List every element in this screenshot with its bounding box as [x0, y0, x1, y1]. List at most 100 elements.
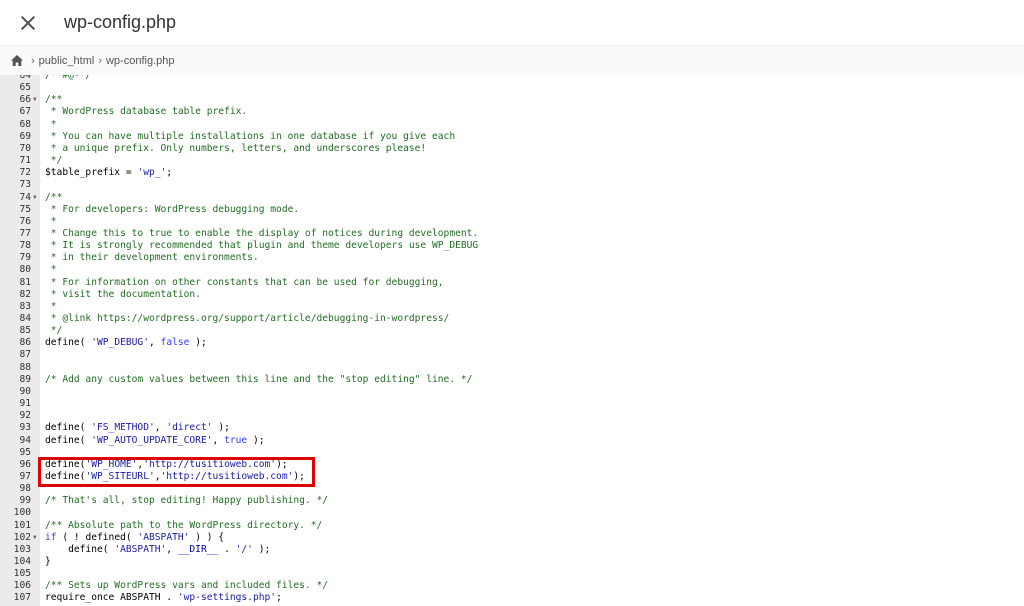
line-number: 103 [0, 544, 31, 556]
code-line[interactable]: 99/* That's all, stop editing! Happy pub… [0, 495, 1024, 507]
code-line[interactable]: 82 * visit the documentation. [0, 289, 1024, 301]
code-line[interactable]: 100 [0, 507, 1024, 519]
code-text: * You can have multiple installations in… [45, 131, 455, 143]
code-line[interactable]: 92 [0, 410, 1024, 422]
line-number: 74 [0, 192, 31, 204]
code-text: * a unique prefix. Only numbers, letters… [45, 143, 426, 155]
line-number: 98 [0, 483, 31, 495]
line-number: 95 [0, 447, 31, 459]
code-line[interactable]: 93define( 'FS_METHOD', 'direct' ); [0, 422, 1024, 434]
line-number: 67 [0, 106, 31, 118]
code-text: * For information on other constants tha… [45, 277, 444, 289]
line-number: 76 [0, 216, 31, 228]
code-line[interactable]: 89/* Add any custom values between this … [0, 374, 1024, 386]
line-number: 81 [0, 277, 31, 289]
code-text: * @link https://wordpress.org/support/ar… [45, 313, 449, 325]
code-line[interactable]: 71 */ [0, 155, 1024, 167]
code-line[interactable]: 94define( 'WP_AUTO_UPDATE_CORE', true ); [0, 435, 1024, 447]
code-text: define( 'FS_METHOD', 'direct' ); [45, 422, 230, 434]
code-line[interactable]: 90 [0, 386, 1024, 398]
line-number: 69 [0, 131, 31, 143]
fold-arrow-icon[interactable]: ▼ [33, 94, 37, 106]
code-text: * [45, 301, 57, 313]
code-text: require_once ABSPATH . 'wp-settings.php'… [45, 592, 282, 604]
code-text: */ [45, 155, 62, 167]
fold-arrow-icon[interactable]: ▼ [33, 532, 37, 544]
code-line[interactable]: 106/** Sets up WordPress vars and includ… [0, 580, 1024, 592]
code-line[interactable]: 70 * a unique prefix. Only numbers, lett… [0, 143, 1024, 155]
code-line[interactable]: 81 * For information on other constants … [0, 277, 1024, 289]
close-icon[interactable] [18, 13, 38, 33]
code-line[interactable]: 87 [0, 349, 1024, 361]
line-number: 83 [0, 301, 31, 313]
code-text: define( 'ABSPATH', __DIR__ . '/' ); [45, 544, 270, 556]
code-text: * in their development environments. [45, 252, 259, 264]
code-line[interactable]: 77 * Change this to true to enable the d… [0, 228, 1024, 240]
line-number: 82 [0, 289, 31, 301]
home-icon[interactable] [11, 55, 23, 66]
line-number: 107 [0, 592, 31, 604]
line-number: 65 [0, 82, 31, 94]
code-text: * WordPress database table prefix. [45, 106, 247, 118]
code-text: /** Absolute path to the WordPress direc… [45, 520, 322, 532]
code-line[interactable]: 65 [0, 82, 1024, 94]
file-title: wp-config.php [64, 12, 176, 33]
line-number: 72 [0, 167, 31, 179]
code-line[interactable]: 107 require_once ABSPATH . 'wp-settings.p… [0, 592, 1024, 604]
code-line[interactable]: 85 */ [0, 325, 1024, 337]
line-number: 105 [0, 568, 31, 580]
line-number: 97 [0, 471, 31, 483]
line-number: 77 [0, 228, 31, 240]
code-line[interactable]: 83 * [0, 301, 1024, 313]
code-line[interactable]: 91 [0, 398, 1024, 410]
code-line[interactable]: 101/** Absolute path to the WordPress di… [0, 520, 1024, 532]
line-number: 92 [0, 410, 31, 422]
line-number: 88 [0, 362, 31, 374]
line-number: 104 [0, 556, 31, 568]
code-line[interactable]: 86define( 'WP_DEBUG', false ); [0, 337, 1024, 349]
code-text: if ( ! defined( 'ABSPATH' ) ) { [45, 532, 224, 544]
breadcrumb-public-html[interactable]: public_html [39, 55, 95, 67]
line-number: 79 [0, 252, 31, 264]
chevron-right-icon: › [98, 55, 102, 67]
line-number: 100 [0, 507, 31, 519]
code-line[interactable]: 76 * [0, 216, 1024, 228]
code-line[interactable]: 75 * For developers: WordPress debugging… [0, 204, 1024, 216]
code-line[interactable]: 88 [0, 362, 1024, 374]
code-text: * It is strongly recommended that plugin… [45, 240, 478, 252]
code-line[interactable]: 69 * You can have multiple installations… [0, 131, 1024, 143]
highlight-box [38, 457, 315, 487]
code-line[interactable]: 104} [0, 556, 1024, 568]
code-text: define( 'WP_AUTO_UPDATE_CORE', true ); [45, 435, 265, 447]
code-line[interactable]: 78 * It is strongly recommended that plu… [0, 240, 1024, 252]
code-line[interactable]: 80 * [0, 264, 1024, 276]
line-number: 85 [0, 325, 31, 337]
line-number: 73 [0, 179, 31, 191]
line-number: 71 [0, 155, 31, 167]
code-line[interactable]: 103 define( 'ABSPATH', __DIR__ . '/' ); [0, 544, 1024, 556]
code-line[interactable]: 79 * in their development environments. [0, 252, 1024, 264]
code-text: /** Sets up WordPress vars and included … [45, 580, 328, 592]
code-line[interactable]: 66▼/** [0, 94, 1024, 106]
code-text: } [45, 556, 51, 568]
header: wp-config.php [0, 0, 1024, 45]
breadcrumb-wp-config[interactable]: wp-config.php [106, 55, 175, 67]
code-editor[interactable]: 64/**#@-*/6566▼/**67 * WordPress databas… [0, 64, 1024, 606]
code-line[interactable]: 74▼ /** [0, 192, 1024, 204]
line-number: 68 [0, 119, 31, 131]
line-number: 89 [0, 374, 31, 386]
code-line[interactable]: 72$table_prefix = 'wp_'; [0, 167, 1024, 179]
code-text: * [45, 119, 57, 131]
code-line[interactable]: 73 [0, 179, 1024, 191]
line-number: 84 [0, 313, 31, 325]
code-line[interactable]: 102▼if ( ! defined( 'ABSPATH' ) ) { [0, 532, 1024, 544]
line-number: 80 [0, 264, 31, 276]
code-line[interactable]: 105 [0, 568, 1024, 580]
code-line[interactable]: 67 * WordPress database table prefix. [0, 106, 1024, 118]
code-line[interactable]: 68 * [0, 119, 1024, 131]
code-text: */ [45, 325, 62, 337]
code-line[interactable]: 84 * @link https://wordpress.org/support… [0, 313, 1024, 325]
line-number: 91 [0, 398, 31, 410]
code-text: /** [45, 192, 62, 204]
fold-arrow-icon[interactable]: ▼ [33, 192, 37, 204]
